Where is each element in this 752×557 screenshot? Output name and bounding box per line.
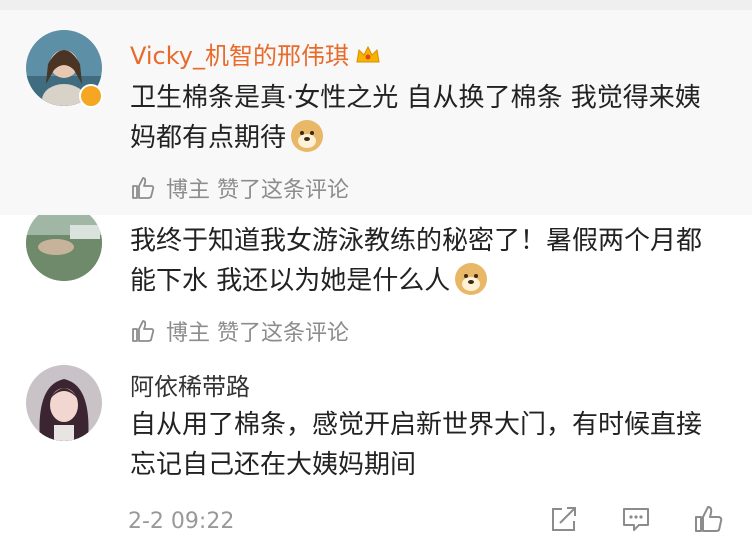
comment-username[interactable]: Vicky_机智的邢伟琪 (130, 36, 381, 71)
comment-item: 我终于知道我女游泳教练的秘密了！暑假两个月都能下水 我还以为她是什么人 博主 赞… (0, 215, 752, 355)
crown-badge-icon (356, 45, 380, 63)
thumbs-up-icon[interactable] (692, 503, 724, 535)
thumbs-up-icon (132, 320, 155, 342)
avatar[interactable] (26, 365, 102, 441)
comment-actions (548, 503, 724, 535)
verified-badge-icon (79, 84, 103, 108)
comment-icon[interactable] (620, 503, 652, 535)
doge-emoji-icon (291, 120, 324, 152)
doge-emoji-icon (455, 263, 488, 295)
avatar[interactable] (26, 215, 102, 281)
like-note: 博主 赞了这条评论 (166, 321, 349, 346)
comment-text: 我终于知道我女游泳教练的秘密了！暑假两个月都能下水 我还以为她是什么人 (130, 226, 703, 296)
share-icon[interactable] (548, 503, 580, 535)
comment-username[interactable]: 阿依稀带路 (130, 367, 250, 402)
liked-by-author-row: 博主 赞了这条评论 (130, 315, 349, 347)
thumbs-up-icon (132, 177, 155, 199)
comment-item: 阿依稀带路 自从用了棉条，感觉开启新世界大门，有时候直接忘记自己还在大姨妈期间 … (0, 355, 752, 557)
timestamp: 2-2 09:22 (128, 509, 235, 534)
comment-item: Vicky_机智的邢伟琪 卫生棉条是真·女性之光 自从换了棉条 我觉得来姨妈都有… (0, 0, 752, 215)
liked-by-author-row: 博主 赞了这条评论 (130, 172, 349, 204)
comment-text: 卫生棉条是真·女性之光 自从换了棉条 我觉得来姨妈都有点期待 (130, 83, 701, 153)
like-note: 博主 赞了这条评论 (166, 178, 349, 203)
comment-text: 自从用了棉条，感觉开启新世界大门，有时候直接忘记自己还在大姨妈期间 (130, 410, 703, 480)
